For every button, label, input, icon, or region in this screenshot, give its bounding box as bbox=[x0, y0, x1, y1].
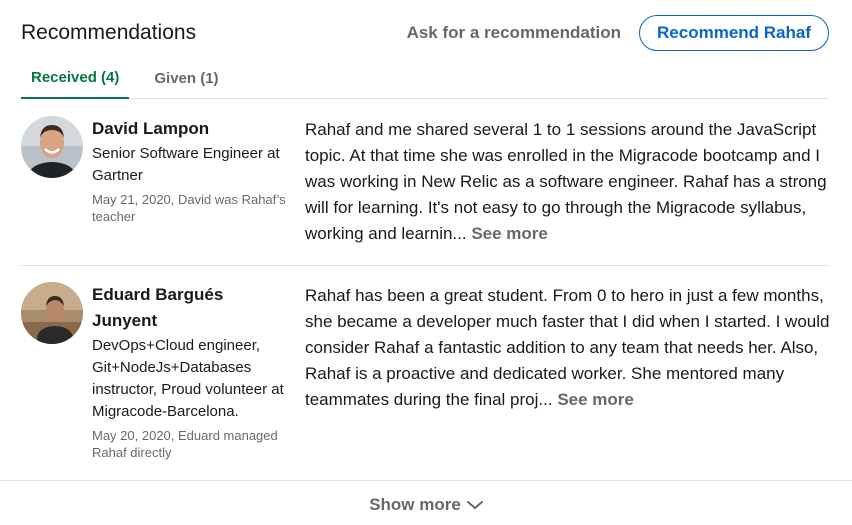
recommendation-tabs: Received (4) Given (1) bbox=[21, 58, 829, 99]
avatar-photo bbox=[21, 282, 83, 344]
recommendations-card: Recommendations Ask for a recommendation… bbox=[0, 0, 852, 525]
see-more-link[interactable]: See more bbox=[557, 390, 634, 409]
header-actions: Ask for a recommendation Recommend Rahaf bbox=[407, 15, 829, 51]
recommender-name[interactable]: David Lampon bbox=[92, 116, 292, 142]
recommendation-text: Rahaf has been a great student. From 0 t… bbox=[305, 283, 830, 413]
recommender-info: Eduard Bargués Junyent DevOps+Cloud engi… bbox=[92, 282, 292, 461]
show-more-button[interactable]: Show more bbox=[369, 495, 483, 515]
section-title: Recommendations bbox=[21, 21, 197, 44]
recommendation-meta: May 20, 2020, Eduard managed Rahaf direc… bbox=[92, 428, 278, 460]
recommender-headline: DevOps+Cloud engineer, Git+NodeJs+Databa… bbox=[92, 337, 284, 420]
recommendation-body: Rahaf and me shared several 1 to 1 sessi… bbox=[305, 120, 827, 243]
recommender-headline: Senior Software Engineer at Gartner bbox=[92, 145, 280, 184]
recommender-info: David Lampon Senior Software Engineer at… bbox=[92, 116, 292, 225]
section-header: Recommendations Ask for a recommendation… bbox=[21, 15, 829, 51]
avatar[interactable] bbox=[21, 116, 83, 178]
tab-given[interactable]: Given (1) bbox=[144, 58, 228, 98]
recommendation-item: Eduard Bargués Junyent DevOps+Cloud engi… bbox=[21, 282, 829, 472]
recommendation-meta: May 21, 2020, David was Rahaf’s teacher bbox=[92, 192, 286, 224]
see-more-link[interactable]: See more bbox=[471, 224, 548, 243]
recommendation-text: Rahaf and me shared several 1 to 1 sessi… bbox=[305, 117, 830, 247]
show-more-label: Show more bbox=[369, 495, 461, 514]
chevron-down-icon bbox=[466, 501, 483, 509]
tab-received[interactable]: Received (4) bbox=[21, 58, 130, 99]
recommendation-item: David Lampon Senior Software Engineer at… bbox=[21, 116, 829, 266]
avatar-photo bbox=[21, 116, 83, 178]
recommend-button[interactable]: Recommend Rahaf bbox=[639, 15, 829, 51]
recommender-name[interactable]: Eduard Bargués Junyent bbox=[92, 282, 292, 334]
ask-recommendation-button[interactable]: Ask for a recommendation bbox=[407, 23, 621, 43]
card-footer: Show more bbox=[0, 480, 852, 525]
avatar[interactable] bbox=[21, 282, 83, 344]
